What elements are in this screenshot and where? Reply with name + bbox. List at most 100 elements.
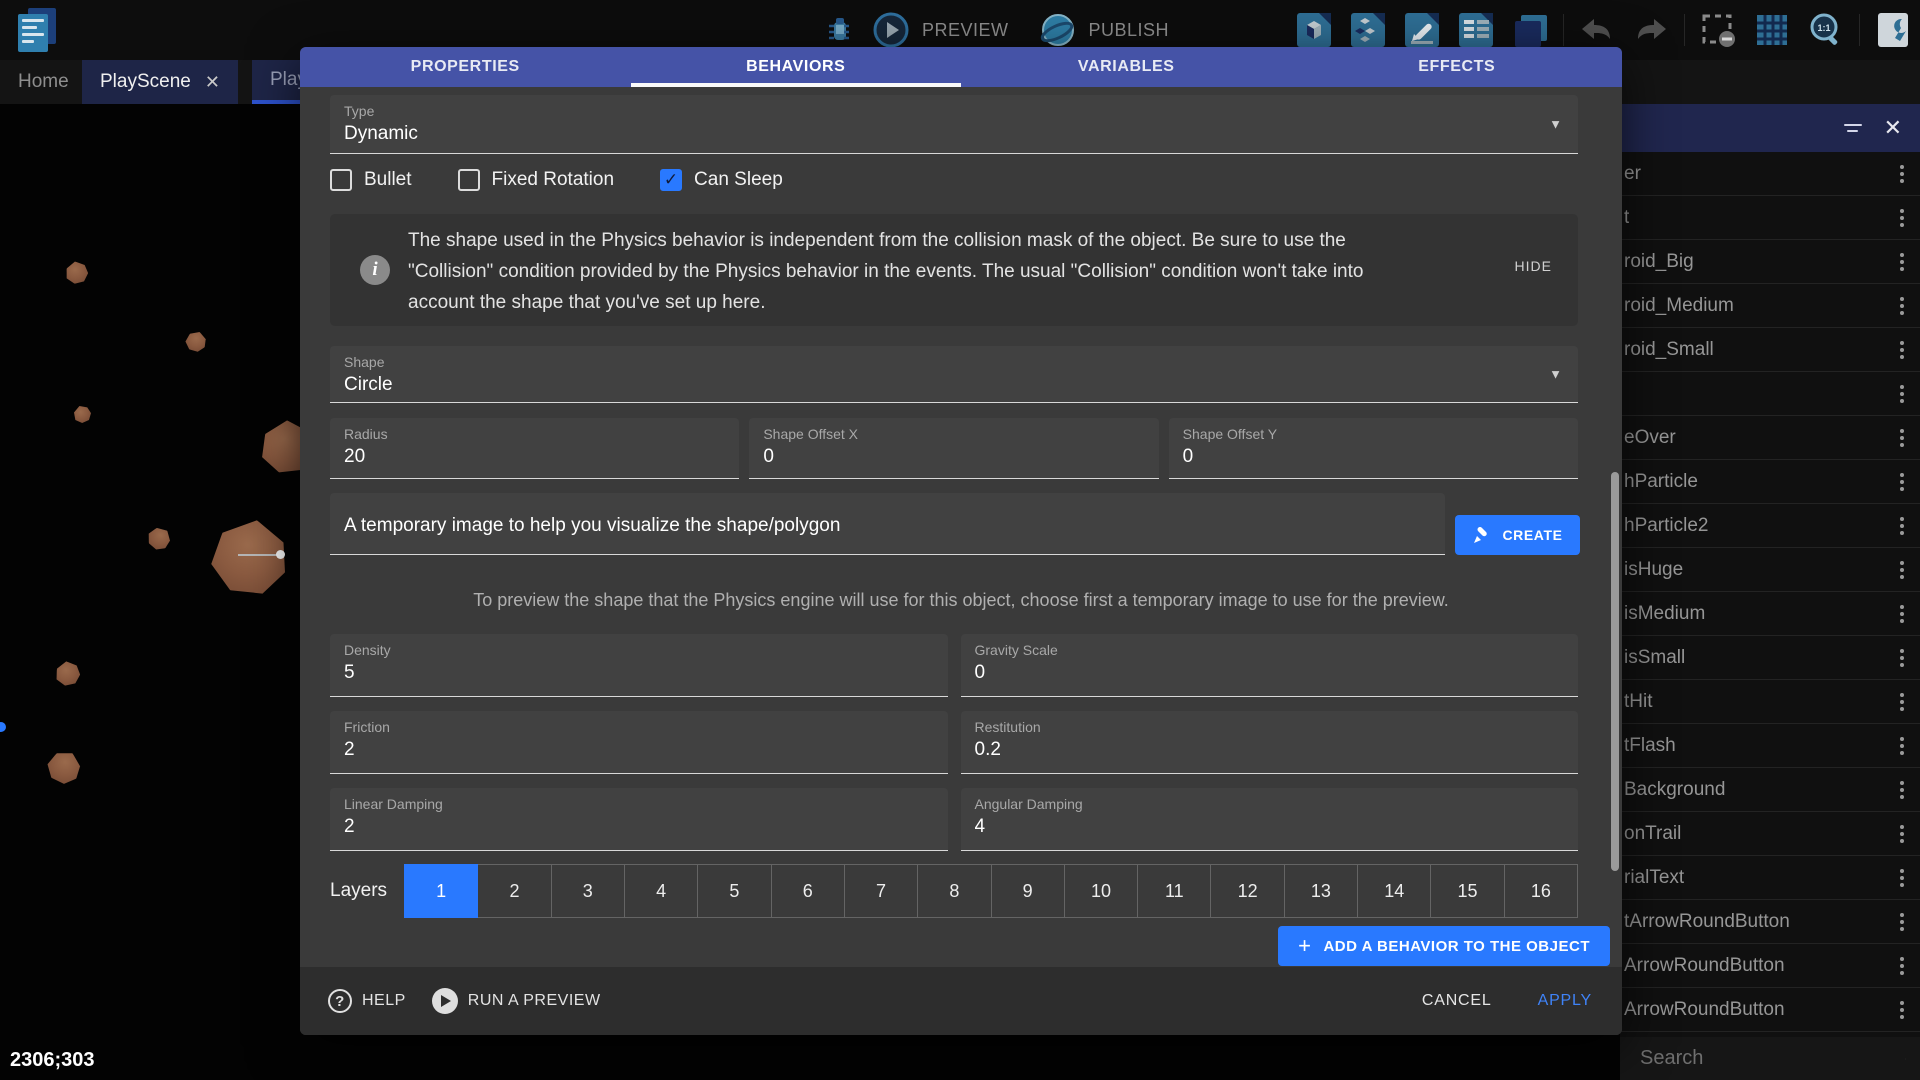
object-groups-icon[interactable]: [1347, 9, 1389, 51]
physics-marker-dot[interactable]: [276, 550, 285, 559]
field-gravity-scale[interactable]: Gravity Scale0: [961, 634, 1579, 697]
layer-4[interactable]: 4: [624, 864, 698, 918]
layers-icon[interactable]: [1509, 9, 1551, 51]
kebab-menu-icon[interactable]: [1900, 561, 1904, 579]
search-input[interactable]: [1640, 1047, 1905, 1070]
preview-play-icon[interactable]: [870, 9, 912, 51]
kebab-menu-icon[interactable]: [1900, 825, 1904, 843]
layer-13[interactable]: 13: [1284, 864, 1358, 918]
layer-14[interactable]: 14: [1357, 864, 1431, 918]
kebab-menu-icon[interactable]: [1900, 957, 1904, 975]
checkbox-icon[interactable]: [330, 169, 352, 191]
field-restitution[interactable]: Restitution0.2: [961, 711, 1579, 774]
kebab-menu-icon[interactable]: [1900, 341, 1904, 359]
object-list-item[interactable]: t: [1620, 196, 1920, 240]
field-friction[interactable]: Friction2: [330, 711, 948, 774]
dialog-tab-effects[interactable]: EFFECTS: [1292, 47, 1623, 87]
redo-icon[interactable]: [1630, 9, 1672, 51]
object-list-item[interactable]: rialText: [1620, 856, 1920, 900]
field-angular-damping[interactable]: Angular Damping4: [961, 788, 1579, 851]
dialog-tab-behaviors[interactable]: BEHAVIORS: [631, 47, 962, 87]
kebab-menu-icon[interactable]: [1900, 781, 1904, 799]
layer-12[interactable]: 12: [1210, 864, 1284, 918]
grid-icon[interactable]: [1751, 9, 1793, 51]
filter-icon[interactable]: [1844, 124, 1862, 132]
layer-7[interactable]: 7: [844, 864, 918, 918]
kebab-menu-icon[interactable]: [1900, 869, 1904, 887]
object-list-item[interactable]: roid_Medium: [1620, 284, 1920, 328]
kebab-menu-icon[interactable]: [1900, 473, 1904, 491]
object-list-item[interactable]: isHuge: [1620, 548, 1920, 592]
layer-6[interactable]: 6: [771, 864, 845, 918]
layer-3[interactable]: 3: [551, 864, 625, 918]
close-tab-icon[interactable]: ✕: [205, 72, 220, 93]
object-list-item[interactable]: [1620, 372, 1920, 416]
kebab-menu-icon[interactable]: [1900, 297, 1904, 315]
field-shape-offset-x[interactable]: Shape Offset X0: [749, 418, 1158, 479]
object-list-item[interactable]: isMedium: [1620, 592, 1920, 636]
cancel-button[interactable]: CANCEL: [1422, 992, 1492, 1010]
edit-scene-icon[interactable]: [1401, 9, 1443, 51]
type-select[interactable]: Type Dynamic ▼: [330, 95, 1578, 154]
add-behavior-button[interactable]: + ADD A BEHAVIOR TO THE OBJECT: [1278, 926, 1610, 966]
checkbox-fixed-rotation[interactable]: Fixed Rotation: [458, 169, 615, 191]
layer-9[interactable]: 9: [991, 864, 1065, 918]
kebab-menu-icon[interactable]: [1900, 429, 1904, 447]
dialog-scrollbar[interactable]: [1611, 472, 1619, 871]
apply-button[interactable]: APPLY: [1538, 992, 1592, 1010]
publish-button[interactable]: PUBLISH: [1089, 20, 1170, 41]
run-preview-button[interactable]: RUN A PREVIEW: [432, 988, 601, 1014]
create-button[interactable]: CREATE: [1455, 515, 1580, 555]
layer-11[interactable]: 11: [1137, 864, 1211, 918]
kebab-menu-icon[interactable]: [1900, 737, 1904, 755]
temp-image-field[interactable]: A temporary image to help you visualize …: [330, 493, 1445, 555]
objects-icon[interactable]: [1293, 9, 1335, 51]
layer-10[interactable]: 10: [1064, 864, 1138, 918]
object-list-item[interactable]: ArrowRoundButton: [1620, 988, 1920, 1032]
kebab-menu-icon[interactable]: [1900, 649, 1904, 667]
kebab-menu-icon[interactable]: [1900, 165, 1904, 183]
zoom-one-to-one-icon[interactable]: 1:1: [1805, 9, 1847, 51]
kebab-menu-icon[interactable]: [1900, 913, 1904, 931]
object-list-item[interactable]: roid_Big: [1620, 240, 1920, 284]
dialog-tab-properties[interactable]: PROPERTIES: [300, 47, 631, 87]
object-list-item[interactable]: hParticle: [1620, 460, 1920, 504]
tab-playscene[interactable]: PlayScene ✕: [82, 60, 238, 104]
publish-globe-icon[interactable]: [1037, 9, 1079, 51]
layer-1[interactable]: 1: [404, 864, 478, 918]
undo-icon[interactable]: [1576, 9, 1618, 51]
help-button[interactable]: ? HELP: [328, 989, 406, 1013]
properties-list-icon[interactable]: [1455, 9, 1497, 51]
preview-button[interactable]: PREVIEW: [922, 20, 1009, 41]
layer-2[interactable]: 2: [477, 864, 551, 918]
app-menu-icon[interactable]: [18, 8, 60, 54]
object-list-item[interactable]: roid_Small: [1620, 328, 1920, 372]
object-list-item[interactable]: ArrowRoundButton: [1620, 944, 1920, 988]
checkbox-icon[interactable]: [458, 169, 480, 191]
anchor-dot[interactable]: [0, 722, 6, 732]
tab-home[interactable]: Home: [0, 60, 87, 104]
settings-wrench-icon[interactable]: [1872, 9, 1914, 51]
hide-button[interactable]: HIDE: [1515, 258, 1552, 274]
kebab-menu-icon[interactable]: [1900, 209, 1904, 227]
kebab-menu-icon[interactable]: [1900, 1001, 1904, 1019]
dialog-tab-variables[interactable]: VARIABLES: [961, 47, 1292, 87]
layer-16[interactable]: 16: [1504, 864, 1578, 918]
debug-icon[interactable]: [818, 9, 860, 51]
field-linear-damping[interactable]: Linear Damping2: [330, 788, 948, 851]
object-list-item[interactable]: tHit: [1620, 680, 1920, 724]
layer-15[interactable]: 15: [1430, 864, 1504, 918]
checkbox-icon[interactable]: ✓: [660, 169, 682, 191]
field-density[interactable]: Density5: [330, 634, 948, 697]
checkbox-bullet[interactable]: Bullet: [330, 169, 412, 191]
object-list-item[interactable]: tFlash: [1620, 724, 1920, 768]
checkbox-can-sleep[interactable]: ✓Can Sleep: [660, 169, 783, 191]
object-list-item[interactable]: hParticle2: [1620, 504, 1920, 548]
object-list-item[interactable]: tArrowRoundButton: [1620, 900, 1920, 944]
object-list-item[interactable]: isSmall: [1620, 636, 1920, 680]
close-panel-icon[interactable]: ✕: [1884, 117, 1902, 139]
field-shape-offset-y[interactable]: Shape Offset Y0: [1169, 418, 1578, 479]
layer-5[interactable]: 5: [697, 864, 771, 918]
deselect-icon[interactable]: [1697, 9, 1739, 51]
kebab-menu-icon[interactable]: [1900, 517, 1904, 535]
